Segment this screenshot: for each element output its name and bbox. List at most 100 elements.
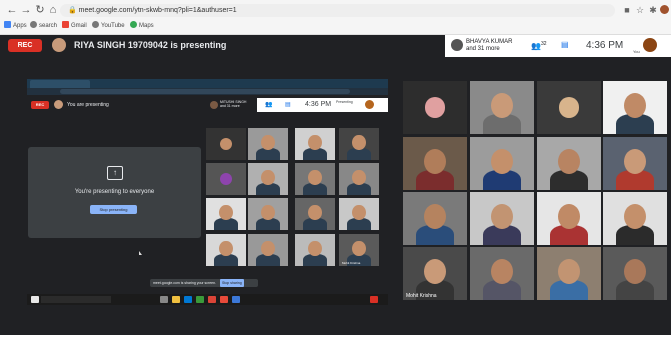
participant-avatar bbox=[219, 172, 233, 186]
participant-tile bbox=[248, 128, 288, 160]
extensions-icon[interactable]: ✱ bbox=[648, 5, 658, 15]
bookmark-maps[interactable]: Maps bbox=[130, 21, 154, 31]
chrome-icon[interactable] bbox=[208, 296, 216, 303]
you-label: You bbox=[633, 49, 640, 54]
participant-face bbox=[352, 135, 366, 151]
participant-avatar bbox=[219, 137, 233, 151]
url-text: meet.google.com/ytn-skwb-mnq?pli=1&authu… bbox=[78, 7, 237, 14]
participant-face bbox=[261, 135, 275, 151]
participant-tile bbox=[603, 81, 667, 134]
lock-icon: 🔒 bbox=[68, 7, 77, 14]
home-icon[interactable]: ⌂ bbox=[47, 4, 59, 16]
file-explorer-icon[interactable] bbox=[172, 296, 180, 303]
chat-icon[interactable]: ▤ bbox=[561, 41, 569, 49]
participant-tile bbox=[339, 163, 379, 195]
participant-face bbox=[491, 148, 513, 174]
participant-name: Mohit Krishna bbox=[406, 293, 437, 299]
participant-tile bbox=[248, 198, 288, 230]
participant-face bbox=[624, 203, 646, 229]
participant-tile bbox=[248, 234, 288, 266]
participant-face bbox=[261, 205, 275, 221]
bookmark-youtube[interactable]: YouTube bbox=[92, 21, 125, 31]
star-icon[interactable]: ☆ bbox=[635, 5, 645, 15]
participant-face bbox=[308, 170, 322, 186]
screen-share-notification: meet.google.com is sharing your screen. … bbox=[150, 279, 258, 287]
participant-tile bbox=[403, 192, 467, 245]
gmail-icon bbox=[62, 21, 69, 28]
maps-icon bbox=[130, 21, 137, 28]
notification-icon[interactable] bbox=[370, 296, 378, 303]
shared-presenting-title: You are presenting bbox=[67, 102, 109, 108]
people-icon[interactable]: 👥32 bbox=[531, 41, 547, 50]
word-icon[interactable] bbox=[232, 296, 240, 303]
participant-face bbox=[491, 258, 513, 284]
participant-tile: Mohit Krishna bbox=[403, 247, 467, 300]
self-avatar[interactable] bbox=[643, 38, 657, 52]
participant-tile bbox=[537, 81, 601, 134]
participant-tile bbox=[339, 128, 379, 160]
shared-participant-avatar bbox=[210, 101, 218, 109]
participant-tile bbox=[537, 192, 601, 245]
store-icon[interactable] bbox=[196, 296, 204, 303]
participant-face bbox=[261, 241, 275, 257]
forward-icon[interactable]: → bbox=[20, 4, 32, 16]
apps-icon bbox=[4, 21, 11, 28]
shared-presenting-label: Presenting bbox=[336, 100, 353, 104]
address-bar[interactable]: 🔒 meet.google.com/ytn-skwb-mnq?pli=1&aut… bbox=[60, 4, 615, 17]
participant-tile bbox=[206, 234, 246, 266]
participant-tile bbox=[470, 81, 534, 134]
profile-avatar[interactable] bbox=[660, 5, 669, 14]
shared-url-field bbox=[60, 89, 350, 94]
shared-chat-icon: ▤ bbox=[285, 102, 291, 108]
app-icon[interactable] bbox=[220, 296, 228, 303]
edge-icon[interactable] bbox=[184, 296, 192, 303]
participant-tile bbox=[206, 198, 246, 230]
participant-tile bbox=[403, 81, 467, 134]
taskbar-search[interactable] bbox=[41, 296, 111, 303]
participant-tile bbox=[603, 192, 667, 245]
participant-face bbox=[424, 258, 446, 284]
participant-face bbox=[219, 205, 233, 221]
presenting-card-text: You're presenting to everyone bbox=[74, 189, 155, 195]
participant-tile bbox=[295, 198, 335, 230]
present-screen-icon: ↑ bbox=[107, 166, 123, 180]
participant-face bbox=[424, 203, 446, 229]
participant-tile bbox=[206, 163, 246, 195]
shared-clock: 4:36 PM bbox=[305, 101, 332, 108]
bookmark-search[interactable]: search bbox=[30, 21, 57, 31]
participant-tile bbox=[470, 247, 534, 300]
stop-sharing-button[interactable]: Stop sharing bbox=[220, 279, 244, 287]
presenter-title: RIYA SINGH 19709042 is presenting bbox=[74, 40, 227, 50]
participant-tile bbox=[603, 137, 667, 190]
bookmark-gmail[interactable]: Gmail bbox=[62, 21, 87, 31]
reload-icon[interactable]: ↻ bbox=[34, 4, 46, 16]
task-view-icon[interactable] bbox=[160, 296, 168, 303]
stop-presenting-button[interactable]: Stop presenting bbox=[90, 205, 137, 214]
participant-avatar bbox=[424, 97, 446, 118]
recording-badge: REC bbox=[8, 39, 42, 52]
meeting-clock: 4:36 PM bbox=[586, 40, 624, 51]
presenter-avatar bbox=[52, 38, 66, 52]
participants-label[interactable]: BHAVYA KUMAR and 31 more bbox=[466, 39, 512, 53]
participant-tile bbox=[248, 163, 288, 195]
participant-face bbox=[308, 135, 322, 151]
participant-tile: Mohit Krishna bbox=[339, 234, 379, 266]
participant-tile bbox=[295, 234, 335, 266]
bookmark-apps[interactable]: Apps bbox=[4, 21, 27, 31]
globe-icon bbox=[92, 21, 99, 28]
participant-face bbox=[219, 241, 233, 257]
participant-face bbox=[624, 148, 646, 174]
participant-tile bbox=[403, 137, 467, 190]
participant-face bbox=[308, 241, 322, 257]
participant-face bbox=[558, 148, 580, 174]
participant-tile bbox=[295, 163, 335, 195]
participant-face bbox=[491, 92, 513, 118]
participant-tile bbox=[537, 137, 601, 190]
windows-start-icon[interactable] bbox=[31, 296, 39, 303]
participant-face bbox=[624, 258, 646, 284]
participant-face bbox=[624, 92, 646, 118]
back-icon[interactable]: ← bbox=[6, 4, 18, 16]
camera-icon[interactable]: ■ bbox=[622, 5, 632, 15]
participant-tile bbox=[470, 137, 534, 190]
shared-presenter-avatar bbox=[54, 100, 63, 109]
